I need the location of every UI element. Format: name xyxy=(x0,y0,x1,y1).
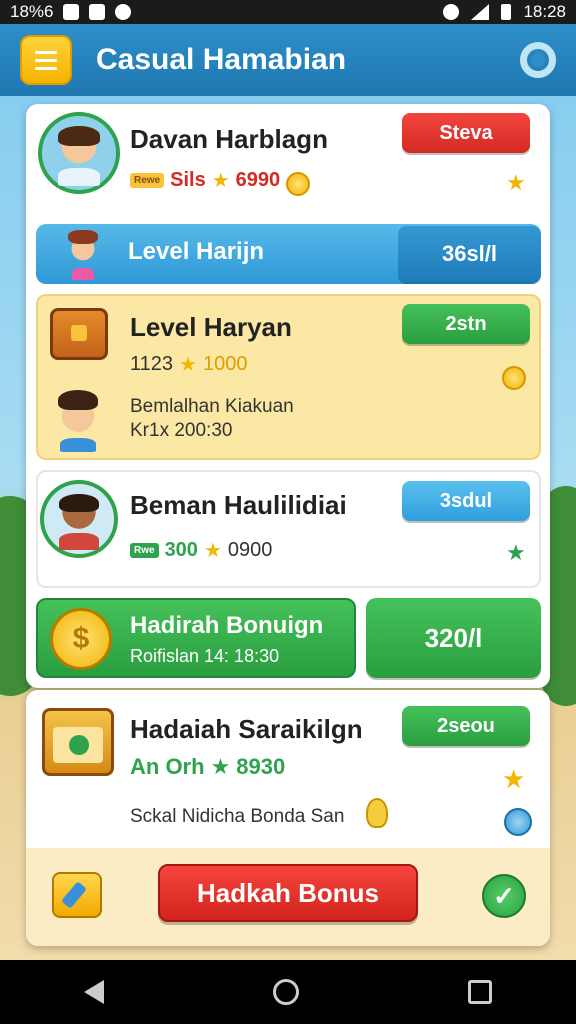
player-tag: Rewe xyxy=(130,173,165,188)
app-icon xyxy=(115,4,132,20)
lightbulb-icon xyxy=(366,798,388,828)
player-stat-prefix: Sils xyxy=(170,169,206,191)
notification-icon xyxy=(63,4,80,20)
gem-icon[interactable] xyxy=(504,808,532,836)
level-card-desc2: Kr1x 200:30 xyxy=(130,420,233,441)
friend-avatar[interactable] xyxy=(40,480,118,558)
star-icon: ★ xyxy=(179,354,197,376)
signal-icon xyxy=(471,4,490,20)
home-icon[interactable] xyxy=(272,979,299,1005)
player-stat-value: 6990 xyxy=(235,169,281,191)
treasure-chest-icon xyxy=(50,308,108,360)
level-bar-button[interactable]: 36sl/l xyxy=(398,226,541,282)
friend-button[interactable]: 3sdul xyxy=(402,481,530,521)
player-action-button[interactable]: Steva xyxy=(402,113,530,153)
friend-stat-prefix: 300 xyxy=(164,539,198,561)
level-card-name: Level Haryan xyxy=(130,312,292,342)
alarm-icon xyxy=(443,4,460,20)
reward-stat-prefix: An Orh xyxy=(130,754,205,779)
app-title: Casual Hamabian xyxy=(96,43,347,76)
gallery-icon xyxy=(89,4,106,20)
level-card-stats: 1123 ★ 1000 xyxy=(130,352,247,377)
star-icon[interactable]: ★ xyxy=(506,170,526,196)
battery-icon xyxy=(501,4,512,20)
level-card-desc1: Bemlalhan Kiakuan xyxy=(130,396,294,417)
level-card-stat-value: 1000 xyxy=(202,353,248,375)
claim-bonus-button[interactable]: Hadkah Bonus xyxy=(158,864,418,922)
app-header: Casual Hamabian xyxy=(0,24,576,96)
status-time: 18:28 xyxy=(523,2,566,21)
bonus-button[interactable]: 320/l xyxy=(366,598,541,678)
star-icon[interactable]: ★ xyxy=(502,764,525,795)
star-icon: ★ xyxy=(210,754,231,779)
friend-tag: Rwe xyxy=(130,543,159,558)
friend-stats: Rwe 300 ★ 0900 xyxy=(130,538,272,563)
star-icon: ★ xyxy=(211,170,230,192)
star-icon: ★ xyxy=(203,540,222,562)
recent-apps-icon[interactable] xyxy=(467,980,492,1004)
badge-icon xyxy=(42,708,114,776)
level-bar-label: Level Harijn xyxy=(128,238,265,265)
level-card-stat-prefix: 1123 xyxy=(130,353,174,375)
back-icon[interactable] xyxy=(84,980,105,1004)
hamburger-menu-icon[interactable] xyxy=(20,35,72,85)
star-icon[interactable]: ★ xyxy=(506,540,526,566)
player-avatar[interactable] xyxy=(38,112,120,194)
check-icon[interactable]: ✓ xyxy=(482,874,526,918)
coin-icon xyxy=(286,172,310,196)
gold-medal-icon xyxy=(50,608,112,670)
reward-card-desc: Sckal Nidicha Bonda San xyxy=(130,806,345,827)
reward-card-stats: An Orh ★ 8930 xyxy=(130,754,285,780)
reward-stat-value: 8930 xyxy=(236,754,286,779)
friend-stat-value: 0900 xyxy=(227,539,273,561)
status-bar: 18%6 18:28 xyxy=(0,0,576,24)
girl-avatar xyxy=(62,228,104,280)
friend-name: Beman Haulilidiai xyxy=(130,490,347,520)
navigation-bar xyxy=(0,960,576,1024)
level-card-button[interactable]: 2stn xyxy=(402,304,530,344)
edit-icon[interactable] xyxy=(52,872,102,918)
bonus-title: Hadirah Bonuign xyxy=(130,612,324,639)
status-left-text: 18%6 xyxy=(10,2,54,21)
bonus-subtitle: Roifislan 14: 18:30 xyxy=(130,646,280,666)
reward-card-name: Hadaiah Saraikilgn xyxy=(130,714,363,744)
gear-icon[interactable] xyxy=(520,42,556,78)
reward-card-button[interactable]: 2seou xyxy=(402,706,530,746)
boy-avatar xyxy=(48,386,108,452)
player-name: Davan Harblagn xyxy=(130,124,328,154)
coin-icon xyxy=(502,366,526,390)
player-stats: Rewe Sils ★ 6990 xyxy=(130,168,280,193)
bonus-bar[interactable]: Hadirah Bonuign Roifislan 14: 18:30 xyxy=(36,598,356,678)
